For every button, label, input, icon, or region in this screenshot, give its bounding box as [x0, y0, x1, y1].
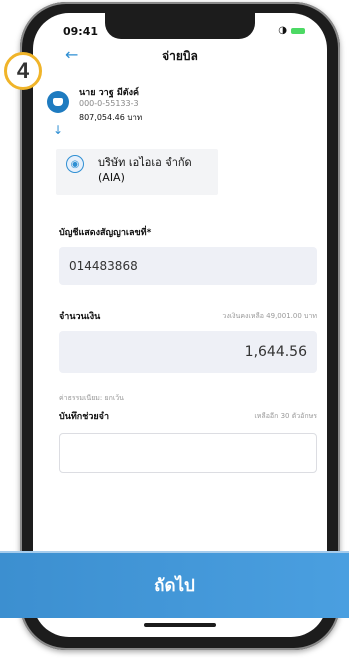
memo-char-hint: เหลืออีก 30 ตัวอักษร	[254, 412, 317, 420]
amount-value: 1,644.56	[244, 344, 307, 360]
ref-number-field[interactable]: 014483868	[59, 247, 317, 285]
step-number-badge: 4	[4, 52, 42, 90]
ref-label: บัญชีแสดงสัญญาเลขที่*	[59, 228, 152, 238]
account-balance: 807,054.46 บาท	[79, 113, 143, 122]
amount-limit-hint: วงเงินคงเหลือ 49,001.00 บาท	[222, 312, 317, 320]
home-indicator	[144, 623, 216, 627]
status-time: 09:41	[63, 25, 99, 38]
account-number: 000-0-55133-3	[79, 99, 139, 108]
memo-input[interactable]	[59, 433, 317, 473]
payee-name: บริษัท เอไอเอ จำกัด	[98, 156, 192, 169]
phone-notch	[105, 13, 255, 39]
status-icons: ◑	[278, 25, 305, 36]
phone-screen: 09:41 ◑ ← จ่ายบิล นาย วาฐ มีตังค์ 000-0-…	[33, 13, 327, 637]
next-button[interactable]: ถัดไป	[0, 551, 349, 618]
fee-text: ค่าธรรมเนียม: ยกเว้น	[59, 394, 124, 402]
amount-label: จำนวนเงิน	[59, 312, 101, 322]
down-arrow-icon: ↓	[53, 123, 64, 137]
bank-logo-icon	[47, 91, 69, 113]
memo-label: บันทึกช่วยจำ	[59, 412, 110, 422]
app-header: ← จ่ายบิล	[33, 43, 327, 73]
account-name: นาย วาฐ มีตังค์	[79, 88, 140, 98]
shield-icon: ◉	[66, 155, 84, 173]
ref-number-value: 014483868	[69, 259, 138, 273]
amount-field[interactable]: 1,644.56	[59, 331, 317, 373]
battery-icon	[291, 27, 305, 34]
wifi-icon: ◑	[278, 25, 287, 36]
page-title: จ่ายบิล	[162, 49, 198, 63]
payee-card[interactable]: ◉ บริษัท เอไอเอ จำกัด (AIA)	[56, 149, 218, 195]
source-account[interactable]: นาย วาฐ มีตังค์ 000-0-55133-3 807,054.46…	[47, 85, 317, 141]
payee-code: (AIA)	[98, 171, 125, 184]
next-button-label: ถัดไป	[154, 576, 195, 596]
